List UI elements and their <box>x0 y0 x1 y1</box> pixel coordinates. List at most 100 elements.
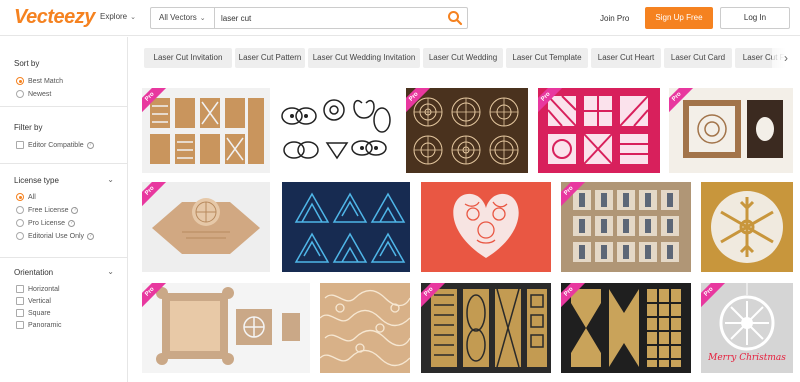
result-thumbnail[interactable]: Pro <box>561 283 691 373</box>
thumbnail-image <box>281 99 391 160</box>
explore-menu[interactable]: Explore ⌄ <box>100 12 136 21</box>
option-label: Panoramic <box>28 321 62 329</box>
filter-sidebar: Sort by Best Match Newest Filter by Edit… <box>0 37 128 382</box>
category-label: All Vectors <box>159 13 197 22</box>
search-input[interactable] <box>221 10 441 26</box>
option-label: Best Match <box>28 77 64 85</box>
option-label: Pro License <box>28 219 65 227</box>
filter-option-editor-compatible[interactable]: Editor Compatible? <box>16 141 94 149</box>
license-option-editorial[interactable]: Editorial Use Only? <box>16 232 95 240</box>
sort-title: Sort by <box>14 59 40 68</box>
orientation-option-vertical[interactable]: Vertical <box>16 297 51 305</box>
chevron-down-icon[interactable]: ⌄ <box>107 267 114 276</box>
result-thumbnail[interactable]: Pro <box>142 88 270 173</box>
license-option-free[interactable]: Free License? <box>16 206 79 214</box>
result-thumbnail[interactable]: Pro <box>669 88 793 173</box>
license-title: License type <box>14 176 59 185</box>
sort-option-newest[interactable]: Newest <box>16 90 51 98</box>
info-icon[interactable]: ? <box>71 206 79 214</box>
checkbox[interactable] <box>16 309 24 317</box>
sort-section: Sort by Best Match Newest <box>0 37 128 107</box>
thumbnail-image <box>571 289 681 367</box>
related-tags: Laser Cut Invitation Laser Cut Pattern L… <box>140 48 800 70</box>
thumbnail-image <box>573 190 679 262</box>
category-select[interactable]: All Vectors ⌄ <box>151 8 215 28</box>
log-in-button[interactable]: Log In <box>720 7 790 29</box>
orientation-option-panoramic[interactable]: Panoramic <box>16 321 61 329</box>
result-thumbnail[interactable] <box>701 182 793 272</box>
chevron-down-icon: ⌄ <box>199 15 206 22</box>
result-thumbnail[interactable]: Pro <box>421 283 551 373</box>
radio[interactable] <box>16 232 24 240</box>
explore-label: Explore <box>100 12 128 21</box>
license-option-pro[interactable]: Pro License? <box>16 219 75 227</box>
result-thumbnail[interactable]: Merry Christmas Pro <box>701 283 793 373</box>
option-label: Editorial Use Only <box>28 232 85 240</box>
option-label: Newest <box>28 90 52 98</box>
filter-section: Filter by Editor Compatible? <box>0 107 128 164</box>
tag-chip[interactable]: Laser Cut Pattern <box>235 48 305 68</box>
radio[interactable] <box>16 90 24 98</box>
top-header: Vecteezy Explore⌄ All Vectors⌄ Join Pro … <box>0 0 800 36</box>
thumbnail-image <box>150 98 264 164</box>
search-bar: All Vectors ⌄ <box>150 7 468 29</box>
orientation-option-square[interactable]: Square <box>16 309 51 317</box>
option-label: Free License <box>28 206 69 214</box>
sign-up-button[interactable]: Sign Up Free <box>645 7 713 29</box>
radio-selected[interactable] <box>16 77 24 85</box>
chevron-down-icon: ⌄ <box>130 14 136 21</box>
chevron-right-icon[interactable]: › <box>772 48 800 70</box>
thumbnail-image <box>431 288 547 368</box>
checkbox[interactable] <box>16 141 24 149</box>
result-thumbnail[interactable] <box>272 88 400 173</box>
result-thumbnail[interactable]: Pro <box>142 182 270 272</box>
join-pro-link[interactable]: Join Pro <box>600 14 629 23</box>
thumbnail-image <box>453 193 519 258</box>
thumbnail-image <box>413 97 519 165</box>
radio[interactable] <box>16 206 24 214</box>
checkbox[interactable] <box>16 321 24 329</box>
orientation-title: Orientation <box>14 268 54 277</box>
option-label: Horizontal <box>28 285 60 293</box>
tag-chip[interactable]: Laser Cut Wedding <box>423 48 503 68</box>
result-thumbnail[interactable]: Pro <box>561 182 691 272</box>
result-thumbnail[interactable] <box>282 182 410 272</box>
info-icon[interactable]: ? <box>87 232 95 240</box>
orientation-section: Orientation ⌄ Horizontal Vertical Square… <box>0 258 128 382</box>
filter-title: Filter by <box>14 123 43 132</box>
orientation-option-horizontal[interactable]: Horizontal <box>16 285 60 293</box>
checkbox[interactable] <box>16 297 24 305</box>
tag-chip[interactable]: Laser Cut Invitation <box>144 48 232 68</box>
option-label: Vertical <box>28 297 51 305</box>
option-label: All <box>28 193 36 201</box>
license-section: License type ⌄ All Free License? Pro Lic… <box>0 164 128 258</box>
radio[interactable] <box>16 219 24 227</box>
option-label: Editor Compatible <box>28 141 84 149</box>
checkbox[interactable] <box>16 285 24 293</box>
tag-chip[interactable]: Laser Cut Card <box>664 48 732 68</box>
thumbnail-image <box>547 95 649 165</box>
result-thumbnail[interactable]: Pro <box>142 283 310 373</box>
chevron-down-icon[interactable]: ⌄ <box>107 175 114 184</box>
thumbnail-image <box>320 289 410 367</box>
result-thumbnail[interactable]: Pro <box>406 88 528 173</box>
tag-chip[interactable]: Laser Cut Heart <box>591 48 661 68</box>
tag-chip[interactable]: Laser Cut Wedding Invitation <box>308 48 420 68</box>
tag-chip[interactable]: Laser Cut Template <box>506 48 588 68</box>
result-thumbnail[interactable] <box>421 182 551 272</box>
result-thumbnail[interactable]: Pro <box>538 88 660 173</box>
thumbnail-image <box>294 192 406 263</box>
thumbnail-image <box>152 198 260 254</box>
search-icon[interactable] <box>447 10 463 26</box>
info-icon[interactable]: ? <box>86 141 94 149</box>
option-label: Square <box>28 309 51 317</box>
vecteezy-logo[interactable]: Vecteezy <box>14 6 95 29</box>
thumbnail-image <box>683 100 783 158</box>
info-icon[interactable]: ? <box>67 219 75 227</box>
sort-option-best-match[interactable]: Best Match <box>16 77 63 85</box>
result-thumbnail[interactable] <box>320 283 410 373</box>
thumbnail-image <box>156 287 300 365</box>
thumbnail-image <box>711 191 783 263</box>
license-option-all[interactable]: All <box>16 193 36 201</box>
radio-selected[interactable] <box>16 193 24 201</box>
